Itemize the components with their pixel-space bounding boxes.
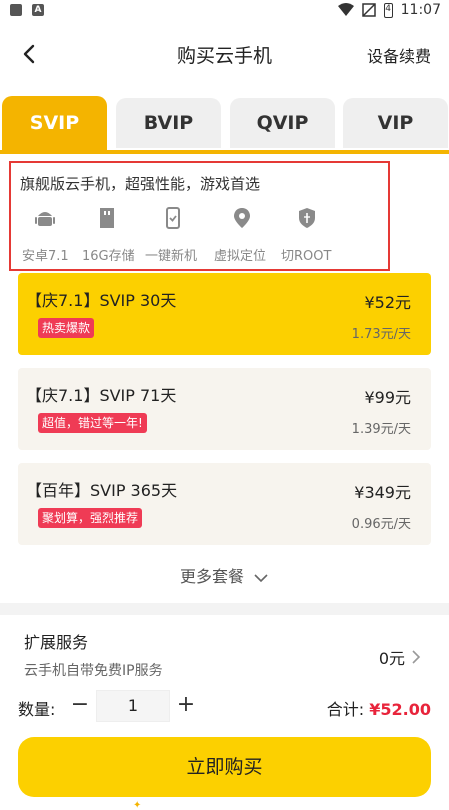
battery-icon: 4 (383, 2, 393, 18)
feature-label: 一键新机 (145, 249, 198, 264)
top-nav: 购买云手机 设备续费 (0, 32, 449, 76)
plan-card-svip-365[interactable]: 【百年】SVIP 365天 聚划算，强烈推荐 ¥349元 0.96元/天 (18, 463, 431, 545)
chevron-right-icon (412, 650, 421, 664)
tab-svip[interactable]: SVIP (2, 96, 107, 150)
plan-card-svip-71[interactable]: 【庆7.1】SVIP 71天 超值，错过等一年! ¥99元 1.39元/天 (18, 368, 431, 450)
more-packages-label: 更多套餐 (179, 567, 244, 586)
total-price: 合计: ¥52.00 (327, 696, 431, 720)
plan-daily-price: 1.73元/天 (351, 327, 411, 342)
buy-now-button[interactable]: 立即购买 (18, 737, 431, 797)
location-pin-icon (234, 208, 250, 228)
plan-price: ¥99元 (364, 388, 411, 407)
plan-card-svip-30[interactable]: 【庆7.1】SVIP 30天 热卖爆款 ¥52元 1.73元/天 (18, 273, 431, 355)
tab-underline (0, 150, 449, 154)
clock: 11:07 (400, 2, 441, 18)
device-renewal-link[interactable]: 设备续费 (367, 43, 431, 67)
extension-subtitle: 云手机自带免费IP服务 (24, 663, 163, 679)
tab-bvip[interactable]: BVIP (116, 98, 221, 148)
more-packages-button[interactable]: 更多套餐 (0, 563, 449, 587)
tab-vip[interactable]: VIP (343, 98, 448, 148)
extension-service-row[interactable]: 0元 (379, 645, 421, 669)
chevron-down-icon (254, 573, 268, 582)
feature-label: 虚拟定位 (214, 249, 267, 264)
feature-highlights: 旗舰版云手机，超强性能，游戏首选 安卓7.1 16G存储 一键新机 虚拟定位 切… (9, 161, 390, 271)
quantity-increase-button[interactable]: + (176, 693, 196, 719)
extension-value: 0元 (378, 649, 405, 668)
feature-label: 切ROOT (281, 249, 332, 264)
notification-square-icon (10, 4, 22, 16)
plan-price: ¥349元 (354, 483, 411, 502)
phone-check-icon (166, 207, 180, 229)
android-icon (35, 212, 55, 226)
total-label: 合计: (326, 700, 365, 719)
status-bar: A 4 11:07 (0, 0, 449, 22)
wifi-icon (337, 3, 354, 16)
plan-title: 【庆7.1】SVIP 30天 (26, 291, 177, 310)
no-signal-icon (361, 3, 376, 17)
plan-price: ¥52元 (364, 293, 411, 312)
section-divider (0, 603, 449, 615)
quantity-input[interactable]: 1 (96, 690, 170, 722)
plan-badge: 热卖爆款 (38, 318, 95, 338)
plan-title: 【百年】SVIP 365天 (26, 481, 178, 500)
feature-headline: 旗舰版云手机，超强性能，游戏首选 (20, 175, 261, 193)
plan-badge: 超值，错过等一年! (38, 413, 147, 433)
sd-card-icon (100, 208, 114, 228)
feature-label: 安卓7.1 (22, 249, 69, 264)
quantity-decrease-button[interactable]: − (70, 693, 90, 719)
plan-title: 【庆7.1】SVIP 71天 (26, 386, 177, 405)
plan-daily-price: 1.39元/天 (351, 422, 411, 437)
feature-label: 16G存储 (82, 249, 135, 264)
notification-a-icon: A (32, 4, 44, 16)
sparkle-icon: ✦ (133, 800, 142, 810)
plan-badge: 聚划算，强烈推荐 (38, 508, 143, 528)
extension-title: 扩展服务 (24, 633, 89, 652)
tier-tabs: SVIP BVIP QVIP VIP (0, 96, 449, 150)
tab-qvip[interactable]: QVIP (230, 98, 335, 148)
quantity-label: 数量: (18, 700, 56, 719)
total-amount: ¥52.00 (369, 700, 431, 719)
plan-daily-price: 0.96元/天 (351, 517, 411, 532)
usb-shield-icon (299, 208, 315, 228)
